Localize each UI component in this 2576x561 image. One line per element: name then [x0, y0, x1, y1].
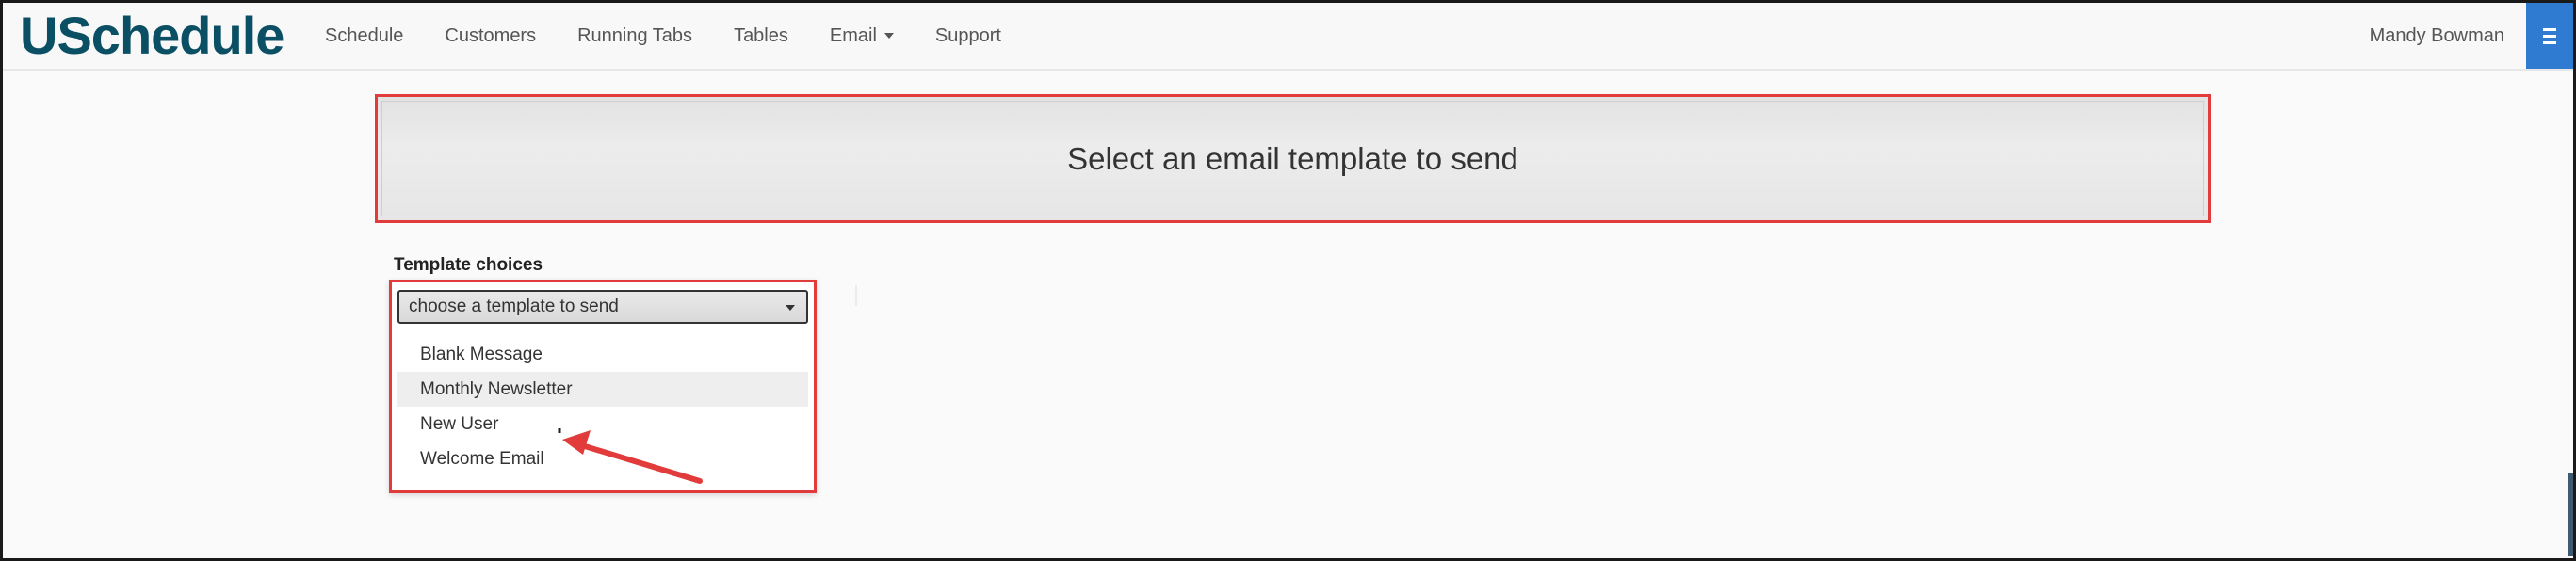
nav-links: Schedule Customers Running Tabs Tables E… [325, 3, 1043, 69]
app-window: USchedule Schedule Customers Running Tab… [0, 0, 2576, 561]
app-logo[interactable]: USchedule [20, 7, 284, 65]
hamburger-menu-icon [2543, 27, 2556, 31]
page-heading-panel: Select an email template to send [375, 94, 2211, 223]
nav-item-label: Email [829, 24, 877, 46]
annotation-arrow-icon [558, 428, 703, 484]
nav-item-customers[interactable]: Customers [445, 25, 536, 47]
template-option-monthly-newsletter[interactable]: Monthly Newsletter [397, 372, 808, 407]
nav-item-label: Tables [734, 24, 788, 46]
hamburger-menu-button[interactable] [2526, 3, 2573, 69]
template-select[interactable]: choose a template to send [397, 290, 808, 324]
template-option-blank-message[interactable]: Blank Message [397, 337, 808, 372]
nav-item-running-tabs[interactable]: Running Tabs [577, 25, 692, 47]
hamburger-menu-icon [2543, 40, 2556, 44]
nav-item-email-dropdown[interactable]: Email [830, 25, 894, 47]
nav-item-label: Schedule [325, 24, 404, 46]
hamburger-menu-icon [2543, 34, 2556, 38]
user-menu[interactable]: Mandy Bowman [2370, 3, 2504, 69]
nav-item-label: Customers [445, 24, 537, 46]
nav-item-label: Running Tabs [577, 24, 693, 46]
page-title: Select an email template to send [1067, 140, 1518, 176]
nav-item-support[interactable]: Support [935, 25, 1001, 47]
scrollbar-thumb[interactable] [2568, 473, 2573, 556]
template-choices-label: Template choices [394, 255, 543, 275]
caret-down-icon [786, 305, 795, 311]
nav-item-tables[interactable]: Tables [734, 25, 788, 47]
top-navbar: USchedule Schedule Customers Running Tab… [3, 3, 2573, 71]
caret-down-icon [883, 33, 894, 39]
template-select-value: choose a template to send [409, 297, 619, 316]
nav-item-label: Support [934, 24, 1001, 46]
divider [855, 285, 857, 306]
nav-item-schedule[interactable]: Schedule [325, 25, 403, 47]
